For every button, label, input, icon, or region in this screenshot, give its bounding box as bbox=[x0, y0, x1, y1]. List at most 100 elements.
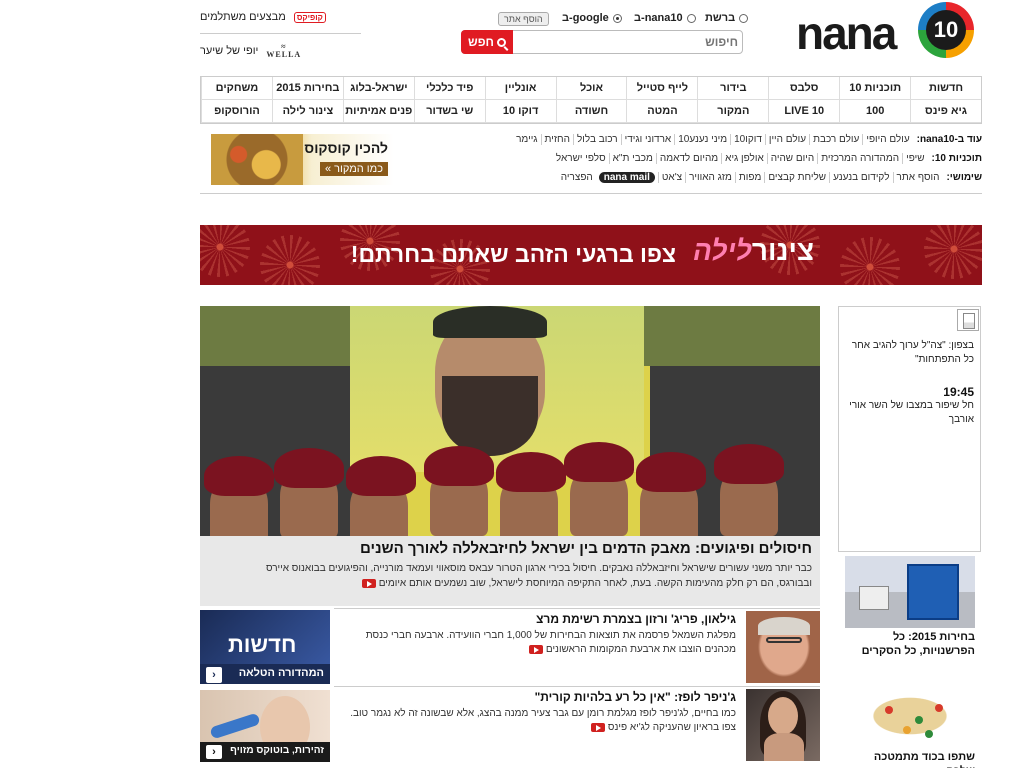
nav-hamate[interactable]: המטה bbox=[626, 100, 698, 123]
article-jlo[interactable]: ג'ניפר לופז: "אין כל רע בלהיות קורית" כמ… bbox=[334, 686, 820, 762]
article-title[interactable]: גילאון, פריג' ורזון בצמרת רשימת מרצ bbox=[340, 611, 736, 627]
scope-radio-google[interactable] bbox=[612, 13, 622, 23]
quicklink[interactable]: מהיום לדאמה bbox=[655, 153, 721, 164]
botox-thumb-bar: זהירות, בוטוקס מזויף ‹ bbox=[200, 742, 330, 762]
quicklink[interactable]: הוסף אתר bbox=[892, 172, 943, 183]
elections-caption[interactable]: בחירות 2015: כל הפרשנויות, כל הסקרים bbox=[845, 630, 975, 658]
nav-hamakor[interactable]: המקור bbox=[697, 100, 769, 123]
video-icon[interactable] bbox=[529, 644, 544, 654]
quicklink[interactable]: שליחת קבצים bbox=[764, 172, 829, 183]
promo-wella[interactable]: ≈ WELLA יופי של שיער bbox=[200, 40, 361, 62]
search-input[interactable] bbox=[518, 34, 738, 50]
nav-entertainment[interactable]: בידור bbox=[697, 77, 769, 100]
nav-games[interactable]: משחקים bbox=[201, 77, 272, 100]
quicklink[interactable]: המהדורה המרכזית bbox=[817, 153, 902, 164]
scope-option-web[interactable]: ברשת bbox=[705, 10, 749, 26]
beret-shape bbox=[564, 442, 634, 482]
quicklink[interactable]: מיני נענע10 bbox=[674, 134, 730, 145]
quicklink[interactable]: רכוב בלול bbox=[572, 134, 621, 145]
nav-economy[interactable]: פיד כלכלי bbox=[413, 77, 485, 100]
quicklink[interactable]: דוקו10 bbox=[730, 134, 765, 145]
nav-online[interactable]: אונליין bbox=[484, 77, 556, 100]
beret-shape bbox=[274, 448, 344, 488]
quicklink[interactable]: לקידום בנענע bbox=[829, 172, 892, 183]
quicklink[interactable]: מכבי ת"א bbox=[608, 153, 656, 164]
nav-news[interactable]: חדשות bbox=[910, 77, 981, 100]
scope-radio-web[interactable] bbox=[739, 13, 749, 23]
nav-celebs[interactable]: סלבס bbox=[768, 77, 840, 100]
body-shape bbox=[764, 733, 804, 761]
ballot-box-shape bbox=[907, 564, 959, 620]
quicklink[interactable]: הפצריה bbox=[558, 172, 596, 183]
elections-photo[interactable] bbox=[845, 556, 975, 628]
firework-decoration bbox=[260, 235, 320, 285]
nana10-logo[interactable]: nana 10 bbox=[786, 0, 982, 66]
nav-suspect[interactable]: חשודה bbox=[555, 100, 627, 123]
chevron-left-icon[interactable]: ‹ bbox=[206, 745, 222, 759]
search-button[interactable]: חפש bbox=[461, 30, 513, 54]
nav-elections[interactable]: בחירות 2015 bbox=[271, 77, 343, 100]
nana-mail-link[interactable]: nana mail bbox=[598, 172, 655, 183]
video-icon[interactable] bbox=[591, 722, 606, 732]
add-site-button[interactable]: הוסף אתר bbox=[494, 11, 549, 26]
ticker-item-text: בצפון: "צה"ל ערוך להגיב אחר כל התפתחות" bbox=[851, 340, 974, 365]
nav-guy-pines[interactable]: גיא פינס bbox=[910, 100, 981, 123]
promo-coffee[interactable]: קופיקס מבצעים משתלמים bbox=[200, 6, 361, 28]
quicklink[interactable]: מפות bbox=[734, 172, 764, 183]
quicklink[interactable]: החזית bbox=[540, 134, 573, 145]
quicklinks-more-label: עוד ב-nana10: bbox=[916, 134, 982, 145]
ticker-item[interactable]: בצפון: "צה"ל ערוך להגיב אחר כל התפתחות" bbox=[846, 339, 974, 367]
food-dot bbox=[915, 716, 923, 724]
quicklink[interactable]: שיפי bbox=[902, 153, 927, 164]
document-icon[interactable] bbox=[957, 309, 979, 331]
video-icon[interactable] bbox=[361, 578, 376, 588]
quicklink[interactable]: עולם רכבת bbox=[809, 134, 862, 145]
nav-horoscope[interactable]: הורוסקופ bbox=[201, 100, 272, 123]
article-title[interactable]: ג'ניפר לופז: "אין כל רע בלהיות קורית" bbox=[340, 689, 736, 705]
botox-thumb[interactable]: זהירות, בוטוקס מזויף ‹ bbox=[200, 690, 330, 762]
ballot-table-shape bbox=[859, 586, 889, 610]
banner-tagline: צפו ברגעי הזהב שאתם בחרתם! bbox=[350, 241, 676, 267]
food-dot bbox=[903, 726, 911, 734]
salad-photo[interactable] bbox=[845, 676, 975, 748]
quicklink[interactable]: עולם היופי bbox=[862, 134, 912, 145]
article-jlo-image bbox=[746, 689, 820, 761]
quicklink[interactable]: אולפן גיא bbox=[721, 153, 767, 164]
hero-story[interactable]: חיסולים ופיגועים: מאבק הדמים בין ישראל ל… bbox=[200, 306, 820, 606]
nav-food[interactable]: אוכל bbox=[555, 77, 627, 100]
quicklink[interactable]: גיימר bbox=[513, 134, 540, 145]
quicklink[interactable]: סלפי ישראל bbox=[553, 153, 609, 164]
nav-israel-blog[interactable]: ישראל-בלוג bbox=[342, 77, 414, 100]
hero-poster-beard bbox=[442, 376, 538, 456]
night-pipe-banner[interactable]: צינורלילה צפו ברגעי הזהב שאתם בחרתם! bbox=[200, 225, 982, 285]
quicklink[interactable]: מזג האוויר bbox=[685, 172, 735, 183]
article-meretz[interactable]: גילאון, פריג' ורזון בצמרת רשימת מרצ מפלג… bbox=[334, 608, 820, 684]
hero-headline[interactable]: חיסולים ופיגועים: מאבק הדמים בין ישראל ל… bbox=[208, 540, 812, 557]
couscous-ad[interactable]: להכין קוסקוס כמו המקור » bbox=[211, 134, 394, 185]
nav-live10[interactable]: LIVE 10 bbox=[768, 100, 840, 123]
news-thumb[interactable]: חדשות המהדורה הטלאה ‹ bbox=[200, 610, 330, 684]
hero-image bbox=[200, 306, 820, 548]
hero-summary-line1: כבר יותר משני עשורים שישראל וחיזבאללה נא… bbox=[265, 563, 812, 574]
nav-broadcast[interactable]: שי בשדור bbox=[413, 100, 485, 123]
nav-shows[interactable]: תוכניות 10 bbox=[839, 77, 911, 100]
ticker-item[interactable]: 19:45 חל שיפור במצבו של השר אורי אורבך bbox=[846, 385, 974, 427]
scope-option-google[interactable]: ב-google bbox=[562, 10, 622, 26]
quicklink[interactable]: היום שהיה bbox=[766, 153, 817, 164]
ticker-item-text: חל שיפור במצבו של השר אורי אורבך bbox=[849, 400, 974, 425]
nav-night-pipe[interactable]: צינור לילה bbox=[271, 100, 343, 123]
scope-option-nana10[interactable]: ב-nana10 bbox=[634, 10, 696, 26]
salad-caption[interactable]: שתפו בכוד מתמטכה שלכם bbox=[845, 750, 975, 768]
chevron-left-icon[interactable]: ‹ bbox=[206, 667, 222, 683]
scope-radio-nana10[interactable] bbox=[686, 13, 696, 23]
face-shape bbox=[768, 697, 798, 735]
nav-lifestyle[interactable]: לייף סטייל bbox=[626, 77, 698, 100]
nav-real-faces[interactable]: פנים אמיתיות bbox=[342, 100, 414, 123]
nav-100[interactable]: 100 bbox=[839, 100, 911, 123]
nav-doco10[interactable]: דוקו 10 bbox=[484, 100, 556, 123]
quicklink[interactable]: עולם היין bbox=[764, 134, 809, 145]
quicklink[interactable]: צ'אט bbox=[657, 172, 685, 183]
quicklinks-shows: תוכניות 10: שיפי המהדורה המרכזית היום שה… bbox=[553, 153, 982, 164]
search-icon bbox=[496, 37, 506, 47]
quicklink[interactable]: ארדוני וגידי bbox=[620, 134, 675, 145]
